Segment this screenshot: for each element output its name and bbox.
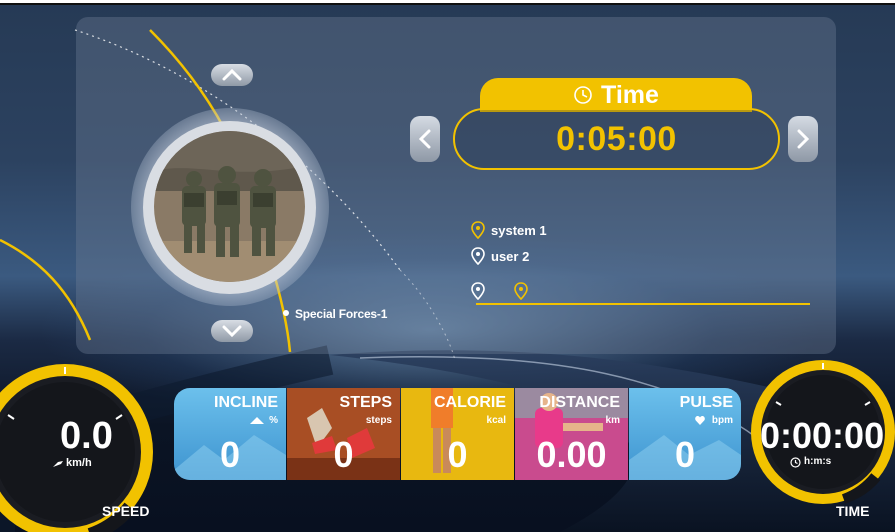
distance-value: 0.00 (536, 434, 607, 475)
speed-unit: km/h (66, 457, 92, 469)
time-title: Time (601, 80, 659, 109)
speed-label: SPEED (102, 503, 150, 519)
metric-calorie[interactable]: CALORIE kcal 0 (401, 388, 514, 480)
time-decrease-button[interactable] (410, 116, 440, 162)
legend-user: user 2 (491, 249, 530, 264)
metric-pulse[interactable]: PULSE bpm 0 (629, 388, 741, 480)
time-setting-display[interactable]: 0:05:00 (453, 108, 780, 170)
treadmill-console: Special Forces-1 Time 0:05:00 system 1 u… (0, 0, 895, 532)
program-photo[interactable] (154, 131, 305, 282)
chevron-right-icon (797, 129, 809, 149)
incline-value: 0 (219, 434, 241, 475)
calorie-value: 0 (447, 434, 468, 475)
scroll-up-button[interactable] (211, 64, 253, 86)
chevron-down-icon (222, 325, 242, 337)
pulse-unit: bpm (711, 415, 733, 426)
time-increase-button[interactable] (788, 116, 818, 162)
distance-unit: km (605, 415, 620, 426)
steps-unit: steps (365, 415, 392, 426)
time-setting-value: 0:05:00 (556, 119, 677, 158)
elapsed-time-label: TIME (836, 503, 870, 519)
calorie-label: CALORIE (434, 394, 506, 411)
chevron-left-icon (419, 129, 431, 149)
soldiers-photo-icon (154, 131, 305, 282)
pulse-label: PULSE (679, 394, 733, 411)
steps-value: 0 (333, 434, 354, 475)
system-position-pin-icon (514, 282, 528, 300)
incline-unit: % (269, 415, 278, 426)
metric-steps[interactable]: STEPS steps 0 (287, 388, 400, 480)
distance-label: DISTANCE (539, 394, 620, 411)
metric-distance[interactable]: DISTANCE km 0.00 (515, 388, 628, 480)
incline-label: INCLINE (214, 394, 278, 411)
speed-icon (53, 461, 63, 467)
legend-system: system 1 (491, 223, 547, 238)
user-position-pin-icon (471, 282, 485, 300)
progress-track (476, 303, 810, 305)
clock-icon (790, 457, 801, 468)
pulse-value: 0 (674, 434, 696, 475)
elapsed-time-value: 0:00:00 (760, 415, 885, 456)
steps-label: STEPS (339, 394, 392, 411)
route-marker (283, 310, 289, 316)
location-pin-icon (471, 221, 485, 239)
scroll-down-button[interactable] (211, 320, 253, 342)
time-header: Time (480, 78, 752, 112)
calorie-unit: kcal (486, 415, 506, 426)
elapsed-time-unit: h:m:s (804, 456, 832, 467)
route-name: Special Forces-1 (295, 307, 388, 321)
clock-icon (574, 86, 592, 104)
location-pin-icon (471, 247, 485, 265)
heart-icon (695, 416, 705, 425)
metric-incline[interactable]: INCLINE % 0 (174, 388, 286, 480)
speed-value: 0.0 (60, 415, 113, 457)
chevron-up-icon (222, 69, 242, 81)
incline-icon (250, 417, 264, 424)
